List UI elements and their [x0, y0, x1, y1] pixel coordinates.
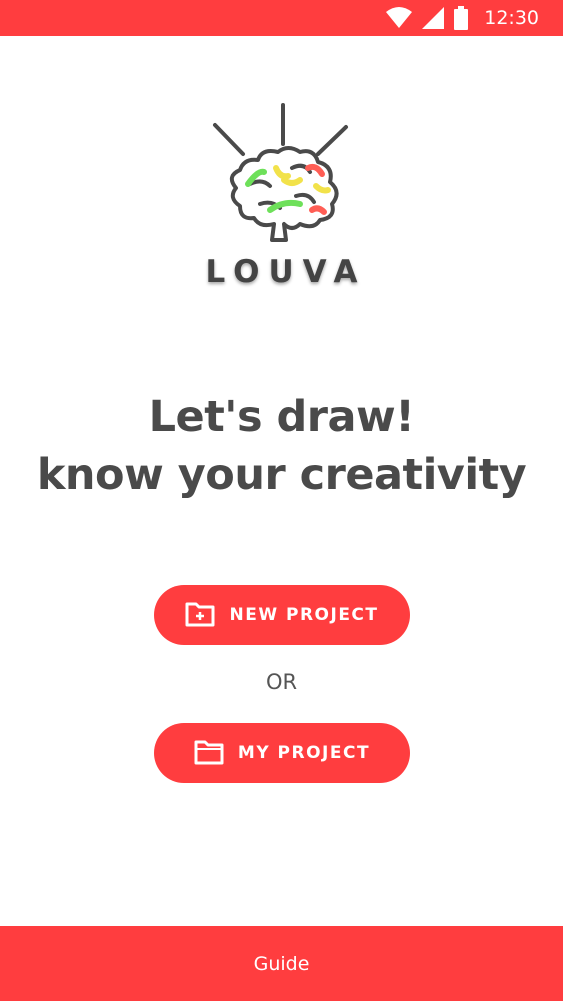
- status-time: 12:30: [484, 7, 539, 29]
- brand-name: LOUVA: [205, 254, 367, 290]
- brain-lightbulb-icon: [213, 103, 348, 242]
- folder-plus-icon: [185, 601, 215, 630]
- headline: Let's draw! know your creativity: [0, 388, 563, 504]
- battery-icon: [454, 6, 469, 30]
- guide-label: Guide: [253, 952, 310, 975]
- wifi-icon: [386, 7, 413, 29]
- new-project-button[interactable]: NEW PROJECT: [154, 585, 410, 645]
- headline-line-2: know your creativity: [36, 450, 527, 500]
- guide-button[interactable]: Guide: [0, 926, 563, 1001]
- my-project-label: MY PROJECT: [237, 743, 371, 763]
- headline-line-1: Let's draw!: [148, 392, 415, 442]
- or-separator: OR: [265, 670, 298, 694]
- my-project-button[interactable]: MY PROJECT: [154, 723, 410, 783]
- new-project-label: NEW PROJECT: [229, 605, 379, 625]
- signal-icon: [422, 7, 445, 29]
- folder-icon: [194, 739, 224, 768]
- status-bar: 12:30: [0, 0, 563, 36]
